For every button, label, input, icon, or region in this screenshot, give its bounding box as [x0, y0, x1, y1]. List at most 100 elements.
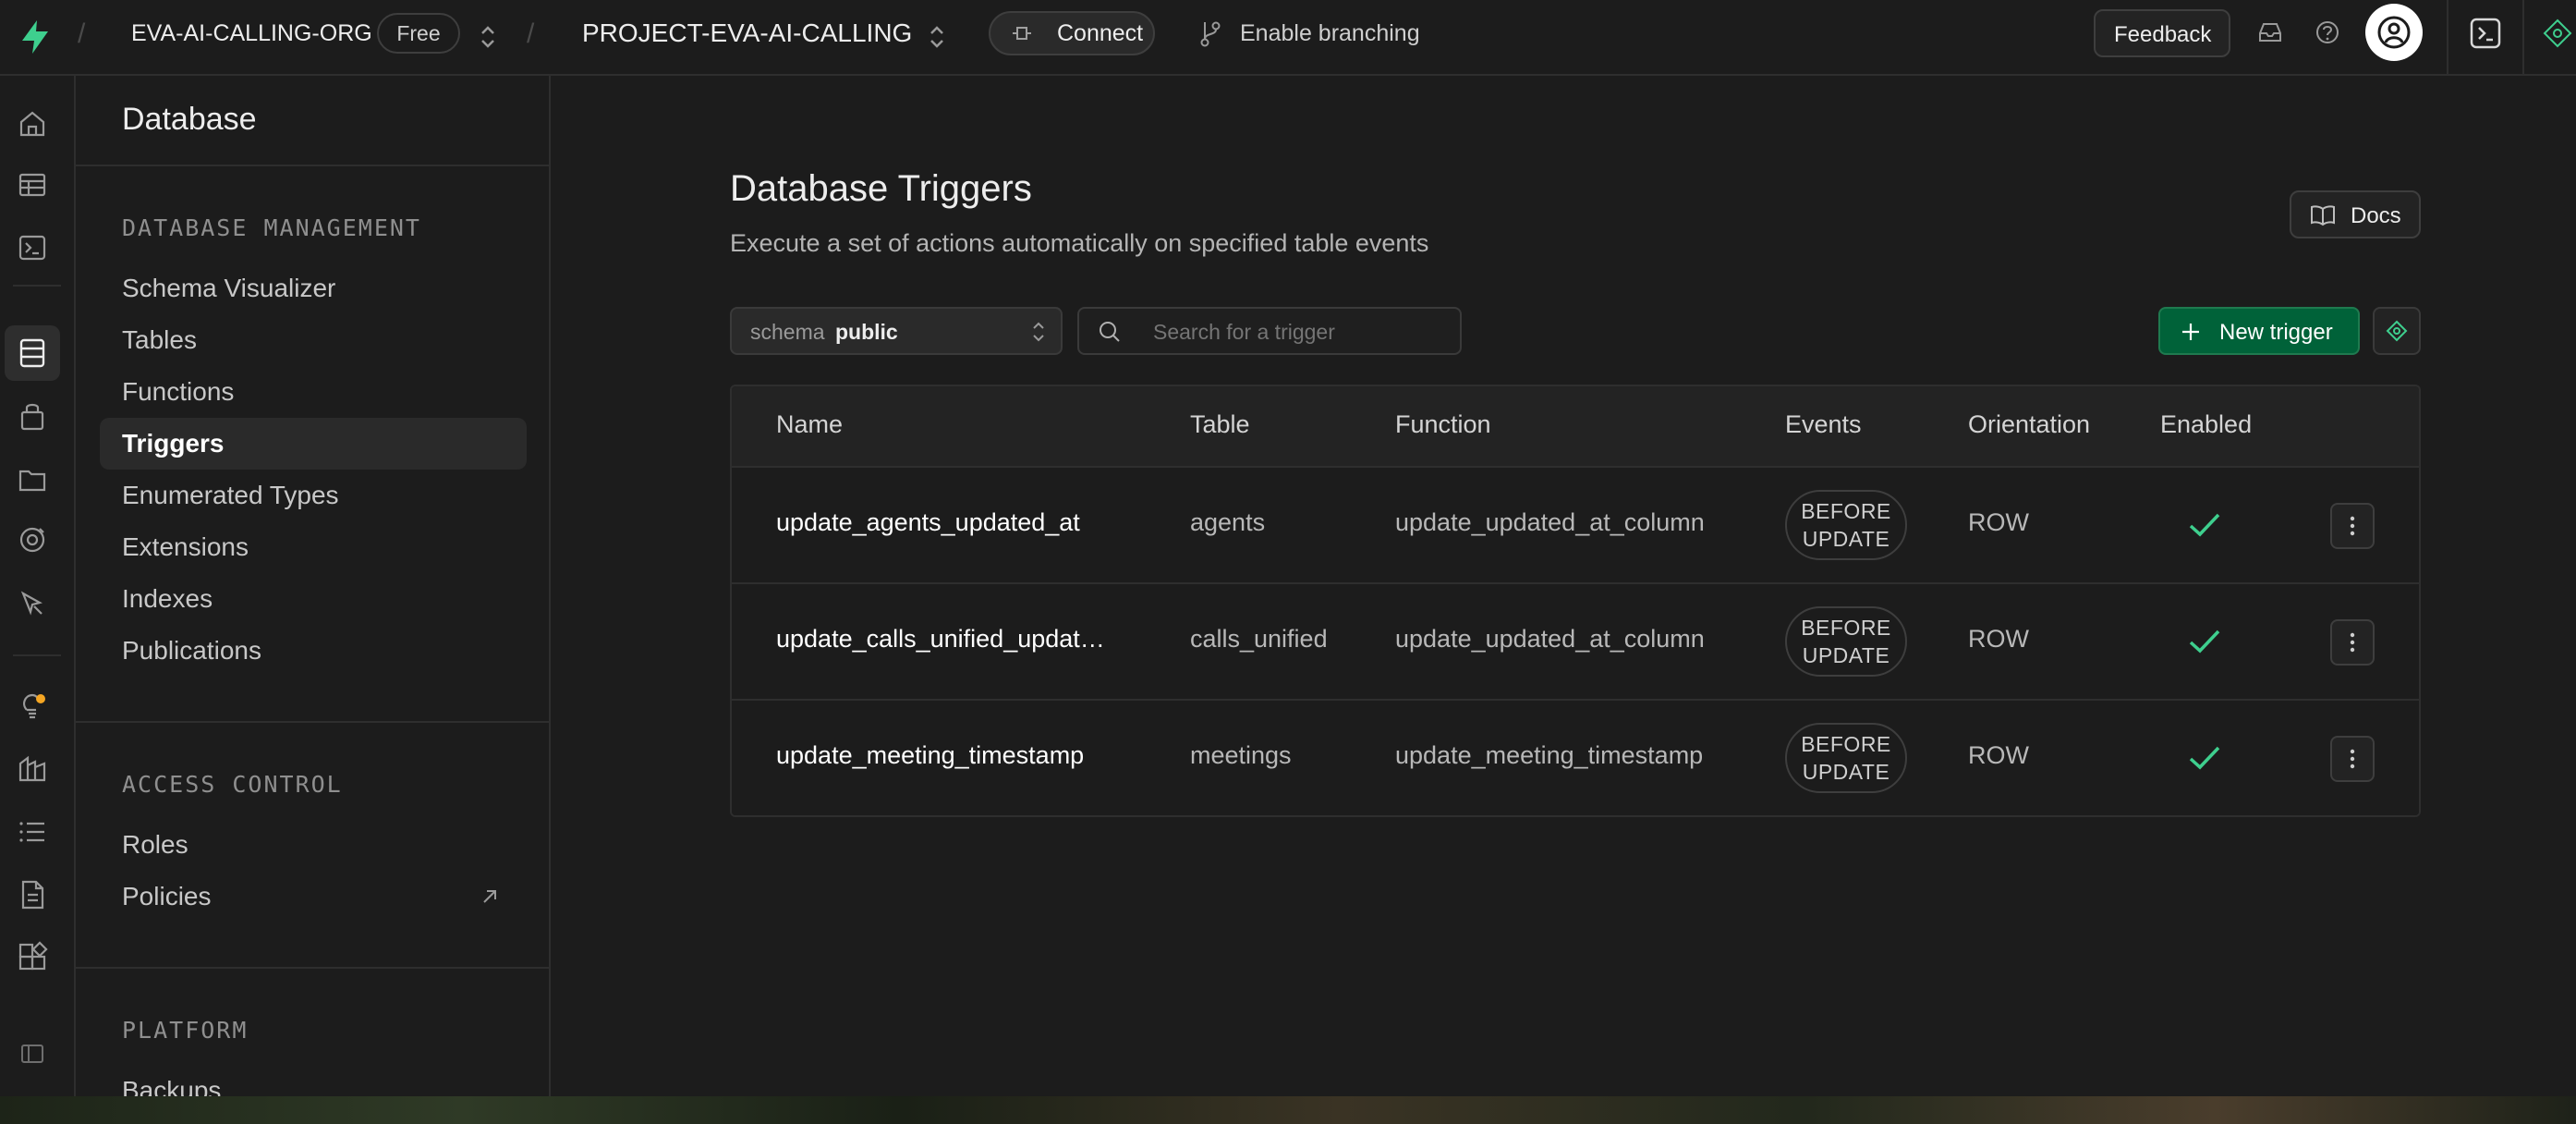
trigger-orientation: ROW: [1968, 508, 2029, 536]
rail-divider: [13, 654, 61, 656]
project-switcher-chevron-icon[interactable]: [926, 20, 948, 54]
external-link-arrow-icon: [479, 886, 501, 908]
more-vertical-icon: [2350, 749, 2355, 769]
trigger-name: update_calls_unified_updat…: [776, 625, 1105, 653]
assistant-diamond-icon: [2386, 320, 2408, 342]
sidebar-item-functions[interactable]: Functions: [122, 373, 234, 410]
connect-button[interactable]: Connect: [989, 11, 1155, 55]
trigger-orientation: ROW: [1968, 625, 2029, 653]
trigger-orientation: ROW: [1968, 741, 2029, 769]
trigger-function: update_updated_at_column: [1395, 508, 1705, 536]
plus-icon: [2181, 322, 2201, 342]
row-actions-button[interactable]: [2330, 619, 2375, 666]
sidebar-item-publications[interactable]: Publications: [122, 632, 261, 669]
advisors-icon[interactable]: [16, 690, 49, 723]
event-timing: BEFORE: [1801, 732, 1891, 756]
help-icon[interactable]: [2314, 18, 2341, 46]
sidebar-item-triggers[interactable]: Triggers: [100, 418, 527, 470]
sidebar-item-roles[interactable]: Roles: [122, 826, 188, 863]
auth-icon[interactable]: [16, 399, 49, 433]
plug-icon: [1011, 24, 1033, 43]
column-header-name: Name: [776, 410, 844, 438]
org-name[interactable]: EVA-AI-CALLING-ORG: [131, 17, 372, 50]
schema-select[interactable]: schema public: [730, 307, 1063, 355]
org-switcher-chevron-icon[interactable]: [477, 20, 499, 54]
sidebar-divider: [76, 721, 549, 723]
trigger-name: update_meeting_timestamp: [776, 741, 1085, 769]
enable-branching-link[interactable]: Enable branching: [1240, 17, 1420, 50]
schema-value: public: [835, 320, 898, 344]
new-trigger-label: New trigger: [2219, 320, 2333, 345]
sidebar-item-schema-visualizer[interactable]: Schema Visualizer: [122, 270, 335, 307]
inbox-icon[interactable]: [2256, 18, 2284, 46]
database-sidebar: Database DATABASE MANAGEMENT Schema Visu…: [76, 76, 551, 1096]
row-actions-button[interactable]: [2330, 503, 2375, 549]
collapse-sidebar-icon[interactable]: [16, 1037, 49, 1070]
table-row[interactable]: update_calls_unified_updat… calls_unifie…: [732, 584, 2419, 701]
docs-label: Docs: [2351, 203, 2401, 228]
trigger-table: calls_unified: [1190, 625, 1328, 653]
storage-icon[interactable]: [16, 462, 49, 495]
event-timing: BEFORE: [1801, 499, 1891, 523]
trigger-function: update_meeting_timestamp: [1395, 741, 1704, 769]
trigger-table: meetings: [1190, 741, 1292, 769]
enabled-check-icon: [2186, 507, 2223, 544]
trigger-table: agents: [1190, 508, 1266, 536]
sidebar-item-extensions[interactable]: Extensions: [122, 529, 249, 566]
docs-button[interactable]: Docs: [2290, 190, 2421, 238]
ai-assistant-button[interactable]: [2373, 307, 2421, 355]
api-docs-icon[interactable]: [16, 878, 49, 911]
logs-icon[interactable]: [16, 815, 49, 849]
table-row[interactable]: update_agents_updated_at agents update_u…: [732, 468, 2419, 584]
database-icon[interactable]: [5, 325, 60, 381]
assistant-diamond-icon[interactable]: [2543, 17, 2572, 50]
sidebar-divider: [76, 967, 549, 969]
integrations-icon[interactable]: [16, 941, 49, 974]
schema-prefix: schema: [750, 320, 825, 344]
home-icon[interactable]: [16, 107, 49, 140]
sidebar-item-indexes[interactable]: Indexes: [122, 580, 213, 617]
triggers-table: Name Table Function Events Orientation E…: [730, 385, 2421, 817]
supabase-logo-icon[interactable]: [18, 18, 52, 55]
column-header-orientation: Orientation: [1968, 410, 2091, 438]
event-badge: BEFORE UPDATE: [1785, 490, 1907, 560]
section-heading-database-management: DATABASE MANAGEMENT: [122, 214, 421, 241]
search-input[interactable]: [1151, 318, 1451, 346]
column-header-table: Table: [1190, 410, 1250, 438]
sidebar-divider: [76, 165, 549, 166]
reports-icon[interactable]: [16, 752, 49, 786]
table-header: Name Table Function Events Orientation E…: [732, 386, 2419, 468]
column-header-function: Function: [1395, 410, 1491, 438]
event-timing: BEFORE: [1801, 616, 1891, 640]
table-editor-icon[interactable]: [16, 168, 49, 202]
row-actions-button[interactable]: [2330, 736, 2375, 782]
terminal-icon[interactable]: [2469, 17, 2502, 50]
realtime-icon[interactable]: [16, 523, 49, 556]
feedback-button[interactable]: Feedback: [2094, 9, 2230, 57]
sidebar-item-policies[interactable]: Policies: [122, 878, 211, 915]
sql-editor-icon[interactable]: [16, 231, 49, 264]
table-row[interactable]: update_meeting_timestamp meetings update…: [732, 701, 2419, 815]
breadcrumb-separator: /: [78, 18, 86, 49]
breadcrumb-separator: /: [527, 18, 535, 49]
desktop-background-photo: [0, 1096, 2576, 1124]
event-badge: BEFORE UPDATE: [1785, 606, 1907, 677]
project-name[interactable]: PROJECT-EVA-AI-CALLING: [582, 17, 912, 50]
trigger-search-box[interactable]: [1077, 307, 1462, 355]
sidebar-item-enumerated-types[interactable]: Enumerated Types: [122, 477, 339, 514]
event-type: UPDATE: [1802, 643, 1890, 667]
edge-functions-icon[interactable]: [16, 586, 49, 619]
more-vertical-icon: [2350, 516, 2355, 536]
sidebar-item-backups[interactable]: Backups: [122, 1072, 221, 1096]
search-icon: [1098, 320, 1122, 344]
event-type: UPDATE: [1802, 760, 1890, 784]
trigger-name: update_agents_updated_at: [776, 508, 1080, 536]
sidebar-item-tables[interactable]: Tables: [122, 322, 197, 359]
enabled-check-icon: [2186, 623, 2223, 660]
navigation-rail: [0, 76, 76, 1096]
connect-label: Connect: [1057, 20, 1144, 46]
git-branch-icon[interactable]: [1197, 18, 1223, 48]
new-trigger-button[interactable]: New trigger: [2158, 307, 2360, 355]
user-avatar[interactable]: [2365, 4, 2423, 61]
topbar-divider: [2447, 0, 2448, 76]
